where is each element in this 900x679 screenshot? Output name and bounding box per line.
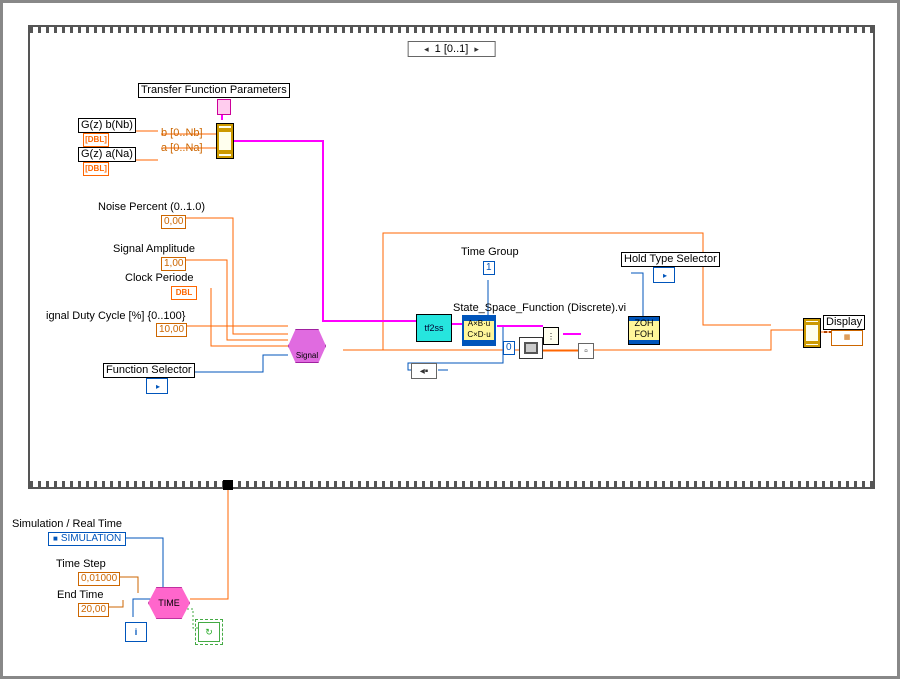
display-indicator: ▦	[831, 330, 863, 346]
end-time-label: End Time	[57, 589, 103, 601]
sim-realtime-control[interactable]: ■SIMULATION	[48, 532, 126, 546]
time-group-control[interactable]: 1	[483, 261, 495, 275]
noise-percent-label: Noise Percent (0..1.0)	[98, 201, 205, 213]
display-bundle-node[interactable]	[803, 318, 821, 348]
noise-percent-control[interactable]: 0,00	[161, 215, 186, 229]
signal-generator-label: Signal	[296, 351, 318, 360]
clock-period-label: Clock Periode	[125, 272, 193, 284]
function-selector-control[interactable]	[146, 378, 168, 394]
duty-cycle-control[interactable]: 10,00	[156, 323, 187, 337]
b-range-label: b [0..Nb]	[161, 127, 203, 139]
ss-line1: A×B·u	[464, 318, 494, 329]
tf-parameters-title: Transfer Function Parameters	[138, 83, 290, 98]
wait-timer-icon[interactable]: ↻	[198, 622, 220, 642]
zoh-foh-block[interactable]: ZOH FOH	[628, 316, 660, 345]
display-label: Display	[823, 315, 865, 330]
hold-type-selector-label: Hold Type Selector	[621, 252, 720, 267]
digital-display-icon[interactable]	[519, 337, 543, 359]
tf-cluster-icon	[217, 99, 231, 115]
zero-constant[interactable]: 0	[503, 341, 515, 355]
gz-a-dbl-icon: [DBL]	[83, 162, 109, 176]
gz-a-label: G(z) a(Na)	[78, 147, 136, 162]
clock-period-dbl-icon: DBL	[171, 286, 197, 300]
index-array-node[interactable]: ▫	[578, 343, 594, 359]
iteration-terminal-icon: i	[125, 622, 147, 642]
state-space-block[interactable]: A×B·u C×D·u	[463, 316, 495, 345]
case-next-icon[interactable]: ▸	[474, 42, 479, 56]
sim-realtime-label: Simulation / Real Time	[12, 518, 122, 530]
hold-type-selector-control[interactable]	[653, 267, 675, 283]
time-group-label: Time Group	[461, 246, 519, 258]
gz-b-dbl-icon: [DBL]	[83, 133, 109, 147]
end-time-control[interactable]: 20,00	[78, 603, 109, 617]
tf2ss-block[interactable]: tf2ss	[416, 314, 452, 342]
duty-cycle-label: ignal Duty Cycle [%] {0..100}	[46, 310, 185, 322]
loop-tunnel	[223, 480, 233, 490]
feedback-node[interactable]: ◂▪	[411, 363, 437, 379]
time-step-label: Time Step	[56, 558, 106, 570]
time-node[interactable]: TIME	[148, 587, 190, 619]
bundle-tf-node[interactable]	[216, 123, 234, 159]
function-selector-label: Function Selector	[103, 363, 195, 378]
ss-line2: C×D·u	[464, 329, 494, 340]
signal-generator-node[interactable]: Signal	[288, 329, 326, 363]
zoh-label: ZOH	[629, 318, 659, 329]
signal-amplitude-control[interactable]: 1,00	[161, 257, 186, 271]
state-space-vi-label: State_Space_Function (Discrete).vi	[453, 302, 626, 314]
unbundle-node[interactable]: ⋮	[543, 327, 559, 345]
a-range-label: a [0..Na]	[161, 142, 203, 154]
block-diagram-canvas: ◂ 1 [0..1] ▸	[0, 0, 900, 679]
case-index-label: 1 [0..1]	[435, 42, 469, 56]
foh-label: FOH	[629, 329, 659, 340]
signal-amplitude-label: Signal Amplitude	[113, 243, 195, 255]
time-step-control[interactable]: 0,01000	[78, 572, 120, 586]
case-prev-icon[interactable]: ◂	[424, 42, 429, 56]
case-selector[interactable]: ◂ 1 [0..1] ▸	[407, 41, 496, 57]
time-node-label: TIME	[158, 598, 180, 608]
gz-b-label: G(z) b(Nb)	[78, 118, 136, 133]
